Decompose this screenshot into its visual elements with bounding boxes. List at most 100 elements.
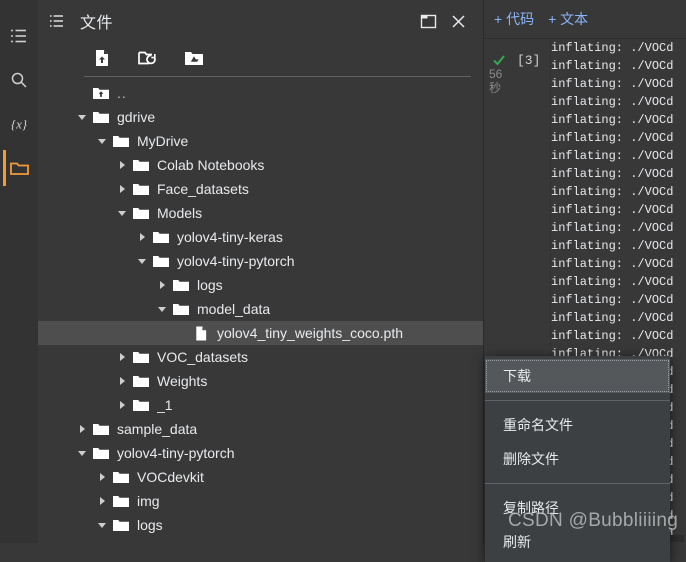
file-tree-row-label: yolov4_tiny_weights_coco.pth	[217, 325, 404, 341]
file-tree-row-label: MyDrive	[137, 133, 189, 149]
files-panel: 文件 .. gdrive MyDrive Colab Notebooks Fac…	[38, 0, 483, 543]
context-menu-item[interactable]: 下载	[485, 359, 670, 393]
chevron-down-icon[interactable]	[154, 301, 170, 317]
folder-icon	[132, 372, 150, 390]
folder-icon	[152, 252, 170, 270]
file-tree-row-label: Colab Notebooks	[157, 157, 265, 173]
file-tree-row[interactable]: yolov4-tiny-pytorch	[38, 441, 483, 465]
folder-icon	[112, 132, 130, 150]
output-line: inflating: ./VOCd	[551, 275, 674, 289]
chevron-right-icon[interactable]	[114, 397, 130, 413]
search-icon	[10, 71, 28, 89]
file-tree-row-label: _1	[157, 397, 173, 413]
file-tree-row[interactable]: VOCdevkit	[38, 465, 483, 489]
folder-icon	[112, 468, 130, 486]
dock-panel-icon[interactable]	[413, 6, 443, 36]
chevron-right-icon[interactable]	[114, 157, 130, 173]
files-panel-header: 文件	[38, 0, 483, 42]
context-menu-item[interactable]: 删除文件	[485, 442, 670, 476]
output-line: inflating: ./VOCd	[551, 149, 674, 163]
file-tree-row-label: VOCdevkit	[137, 469, 204, 485]
chevron-right-icon[interactable]	[74, 421, 90, 437]
add-text-cell-button[interactable]: + 文本	[548, 9, 588, 29]
file-tree-row-label: VOC_datasets	[157, 349, 249, 365]
run-time-unit: 秒	[489, 81, 502, 95]
sidebar-item-search[interactable]	[0, 58, 38, 102]
folder-icon	[92, 108, 110, 126]
file-tree-row-selected[interactable]: yolov4_tiny_weights_coco.pth	[38, 321, 483, 345]
sidebar-item-variables[interactable]: {x}	[0, 102, 38, 146]
file-tree-row-label: logs	[197, 277, 223, 293]
file-tree-row[interactable]: Models	[38, 201, 483, 225]
add-code-cell-button[interactable]: + 代码	[494, 9, 534, 29]
file-tree: .. gdrive MyDrive Colab Notebooks Face_datas…	[38, 77, 483, 537]
file-tree-row-label: img	[137, 493, 160, 509]
context-menu-separator	[485, 483, 670, 484]
output-line: inflating: ./VOCd	[551, 203, 674, 217]
chevron-right-icon[interactable]	[94, 493, 110, 509]
file-tree-row[interactable]: Face_datasets	[38, 177, 483, 201]
folder-icon	[92, 420, 110, 438]
output-line: inflating: ./VOCd	[551, 41, 674, 55]
file-tree-row-label: ..	[117, 85, 127, 101]
chevron-down-icon[interactable]	[74, 445, 90, 461]
list-icon	[10, 27, 28, 45]
file-tree-row-label: Models	[157, 205, 203, 221]
chevron-right-icon[interactable]	[114, 349, 130, 365]
output-line: inflating: ./VOCd	[551, 113, 674, 127]
file-tree-row[interactable]: yolov4-tiny-pytorch	[38, 249, 483, 273]
file-tree-row[interactable]: MyDrive	[38, 129, 483, 153]
file-tree-row[interactable]: Colab Notebooks	[38, 153, 483, 177]
file-tree-row[interactable]: img	[38, 489, 483, 513]
chevron-down-icon[interactable]	[94, 133, 110, 149]
watermark: CSDN @Bubbliiiing	[508, 510, 679, 531]
file-tree-row[interactable]: gdrive	[38, 105, 483, 129]
upload-file-icon[interactable]	[90, 46, 114, 70]
colab-window: {x} 文件 .. gdrive MyDrive Colab Notebooks…	[0, 0, 686, 562]
sidebar-item-table-of-contents[interactable]	[0, 14, 38, 58]
variables-icon: {x}	[8, 115, 30, 133]
file-tree-row[interactable]: sample_data	[38, 417, 483, 441]
file-tree-row-label: Face_datasets	[157, 181, 249, 197]
output-line: inflating: ./VOCd	[551, 293, 674, 307]
refresh-folder-icon[interactable]	[136, 46, 160, 70]
folder-icon	[132, 156, 150, 174]
chevron-right-icon[interactable]	[134, 229, 150, 245]
folder-icon	[132, 348, 150, 366]
chevron-down-icon[interactable]	[134, 253, 150, 269]
file-tree-row[interactable]: logs	[38, 273, 483, 297]
file-tree-row[interactable]: model_data	[38, 297, 483, 321]
chevron-down-icon[interactable]	[74, 109, 90, 125]
chevron-down-icon[interactable]	[114, 205, 130, 221]
chevron-right-icon[interactable]	[94, 469, 110, 485]
output-line: inflating: ./VOCd	[551, 185, 674, 199]
chevron-down-icon[interactable]	[94, 517, 110, 533]
file-tree-row[interactable]: ..	[38, 81, 483, 105]
files-toolbar	[38, 42, 483, 76]
folder-icon	[152, 228, 170, 246]
chevron-right-icon[interactable]	[114, 181, 130, 197]
run-time-number: 56	[489, 67, 503, 81]
file-tree-row-label: model_data	[197, 301, 271, 317]
close-icon[interactable]	[443, 6, 473, 36]
output-line: inflating: ./VOCd	[551, 257, 674, 271]
file-tree-row[interactable]: yolov4-tiny-keras	[38, 225, 483, 249]
output-line: inflating: ./VOCd	[551, 311, 674, 325]
parent-folder-icon	[92, 84, 110, 102]
context-menu-item[interactable]: 重命名文件	[485, 408, 670, 442]
notebook-toolbar: + 代码 + 文本	[484, 0, 686, 39]
output-line: inflating: ./VOCd	[551, 59, 674, 73]
chevron-right-icon[interactable]	[114, 373, 130, 389]
file-tree-row[interactable]: Weights	[38, 369, 483, 393]
file-tree-row[interactable]: logs	[38, 513, 483, 537]
sidebar-item-files[interactable]	[0, 146, 38, 190]
execution-count: [3]	[517, 53, 541, 68]
file-tree-row[interactable]: _1	[38, 393, 483, 417]
context-menu-group: 下载	[485, 356, 670, 396]
folder-icon	[172, 300, 190, 318]
file-tree-row[interactable]: VOC_datasets	[38, 345, 483, 369]
page-title: 文件	[80, 15, 114, 32]
file-tree-row-label: Weights	[157, 373, 208, 389]
chevron-right-icon[interactable]	[154, 277, 170, 293]
mount-drive-icon[interactable]	[182, 46, 206, 70]
